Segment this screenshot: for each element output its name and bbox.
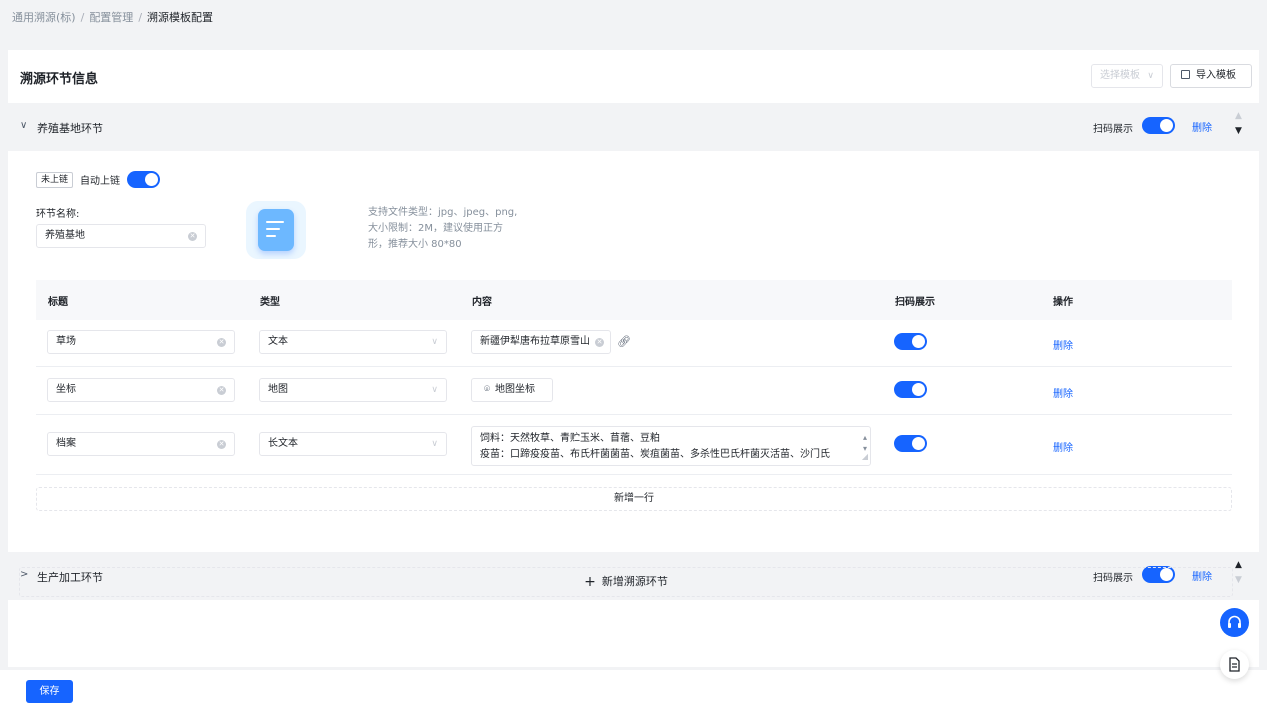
column-header-title: 标题 <box>48 297 68 308</box>
scan-display-toggle[interactable] <box>1142 117 1175 134</box>
template-select-placeholder: 选择模板 <box>1100 70 1140 81</box>
upload-hint: 支持文件类型：jpg、jpeg、png, <box>368 207 518 218</box>
clear-icon[interactable]: ✕ <box>217 440 226 449</box>
row-type-select[interactable]: 文本 ∨ <box>259 330 447 354</box>
section-name-input[interactable]: 养殖基地 ✕ <box>36 224 206 248</box>
row-delete-link[interactable]: 删除 <box>1053 439 1073 454</box>
section-title: 养殖基地环节 <box>37 122 103 135</box>
breadcrumb-item[interactable]: 配置管理 <box>89 9 133 25</box>
row-scan-toggle[interactable] <box>894 435 927 452</box>
clear-icon[interactable]: ✕ <box>217 386 226 395</box>
column-header-type: 类型 <box>260 297 280 308</box>
row-title-input[interactable]: 坐标 ✕ <box>47 378 235 402</box>
headset-icon <box>1228 615 1241 628</box>
section-name-value: 养殖基地 <box>45 230 85 241</box>
clear-icon[interactable]: ✕ <box>217 338 226 347</box>
link-icon[interactable]: 🔗︎ <box>617 335 631 348</box>
column-header-action: 操作 <box>1053 297 1073 308</box>
row-title-value: 草场 <box>56 336 76 347</box>
row-delete-link[interactable]: 删除 <box>1053 337 1073 352</box>
delete-section-link[interactable]: 删除 <box>1192 119 1212 134</box>
chevron-down-icon: ∨ <box>1147 71 1154 81</box>
add-row-button[interactable]: 新增一行 <box>36 487 1232 511</box>
row-divider <box>36 414 1232 415</box>
plus-icon: + <box>584 574 596 590</box>
auto-chain-toggle[interactable] <box>127 171 160 188</box>
chevron-down-icon[interactable]: ∨ <box>20 120 27 131</box>
row-title-input[interactable]: 草场 ✕ <box>47 330 235 354</box>
row-title-value: 档案 <box>56 438 76 449</box>
image-upload[interactable] <box>246 201 306 259</box>
document-button[interactable] <box>1220 650 1249 679</box>
table-header: 标题 类型 内容 扫码展示 操作 <box>36 280 1232 320</box>
row-type-value: 文本 <box>268 336 288 347</box>
move-down-icon[interactable]: ▼ <box>1235 126 1242 136</box>
row-divider <box>36 474 1232 475</box>
column-header-scan: 扫码展示 <box>895 297 935 308</box>
upload-hint: 形，推荐大小 80*80 <box>368 239 462 250</box>
section-name-label: 环节名称: <box>36 209 80 220</box>
textarea-line: 饲料：天然牧草、青贮玉米、苜蓿、豆粕 <box>480 433 660 444</box>
map-coordinate-label: 地图坐标 <box>495 384 535 395</box>
breadcrumb-separator: / <box>138 11 143 24</box>
row-scan-toggle[interactable] <box>894 333 927 350</box>
row-title-value: 坐标 <box>56 384 76 395</box>
auto-chain-label: 自动上链 <box>80 176 120 187</box>
chevron-down-icon: ∨ <box>431 439 438 449</box>
move-down-icon[interactable]: ▼ <box>1235 575 1242 585</box>
row-content-value: 新疆伊犁唐布拉草原雪山 <box>480 336 590 347</box>
column-header-content: 内容 <box>472 297 492 308</box>
row-content-input[interactable]: 新疆伊犁唐布拉草原雪山 ✕ <box>471 330 611 354</box>
footer-bar: 保存 <box>0 670 1267 715</box>
section-body-breeding: 未上链 自动上链 环节名称: 养殖基地 ✕ 支持文件类型：jpg、jpeg、pn… <box>20 153 1247 528</box>
document-icon <box>258 209 294 251</box>
resize-handle-icon[interactable]: ◢ <box>862 449 868 465</box>
row-divider <box>36 366 1232 367</box>
chevron-down-icon: ∨ <box>431 337 438 347</box>
map-coordinate-button[interactable]: ⌾ 地图坐标 <box>471 378 553 402</box>
section-header-breeding[interactable]: ∨ 养殖基地环节 扫码展示 删除 ▲ ▼ <box>8 103 1259 151</box>
move-up-icon[interactable]: ▲ <box>1235 560 1242 570</box>
template-select[interactable]: 选择模板 ∨ <box>1091 64 1163 88</box>
location-pin-icon: ⌾ <box>484 384 490 395</box>
row-type-value: 长文本 <box>268 438 298 449</box>
row-delete-link[interactable]: 删除 <box>1053 385 1073 400</box>
row-type-value: 地图 <box>268 384 288 395</box>
customer-service-button[interactable] <box>1220 608 1249 637</box>
add-trace-section-button[interactable]: + 新增溯源环节 <box>19 567 1233 597</box>
textarea-line: 疫苗：口蹄疫疫苗、布氏杆菌菌苗、炭疽菌苗、多杀性巴氏杆菌灭活苗、沙门氏 <box>480 449 830 460</box>
breadcrumb-current: 溯源模板配置 <box>147 11 214 24</box>
import-template-button[interactable]: 导入模板 <box>1170 64 1252 88</box>
row-scan-toggle[interactable] <box>894 381 927 398</box>
file-icon <box>1229 657 1240 672</box>
breadcrumb-item[interactable]: 通用溯源(标) <box>12 9 76 25</box>
upload-hint: 大小限制：2M，建议使用正方 <box>368 223 503 234</box>
clear-icon[interactable]: ✕ <box>595 338 604 347</box>
save-button[interactable]: 保存 <box>26 680 73 703</box>
edit-icon <box>1181 70 1190 79</box>
chain-status-tag: 未上链 <box>36 172 74 188</box>
row-type-select[interactable]: 长文本 ∨ <box>259 432 447 456</box>
breadcrumb: 通用溯源(标) / 配置管理 / 溯源模板配置 <box>12 9 213 25</box>
panel-title: 溯源环节信息 <box>20 72 99 87</box>
row-type-select[interactable]: 地图 ∨ <box>259 378 447 402</box>
add-trace-section-label: 新增溯源环节 <box>601 575 668 588</box>
clear-icon[interactable]: ✕ <box>188 232 197 241</box>
chevron-down-icon: ∨ <box>431 385 438 395</box>
scan-display-label: 扫码展示 <box>1093 124 1133 135</box>
import-template-label: 导入模板 <box>1196 70 1236 81</box>
row-longtext-textarea[interactable]: 饲料：天然牧草、青贮玉米、苜蓿、豆粕 疫苗：口蹄疫疫苗、布氏杆菌菌苗、炭疽菌苗、… <box>471 426 871 466</box>
row-title-input[interactable]: 档案 ✕ <box>47 432 235 456</box>
breadcrumb-separator: / <box>80 11 85 24</box>
move-up-icon[interactable]: ▲ <box>1235 111 1242 121</box>
